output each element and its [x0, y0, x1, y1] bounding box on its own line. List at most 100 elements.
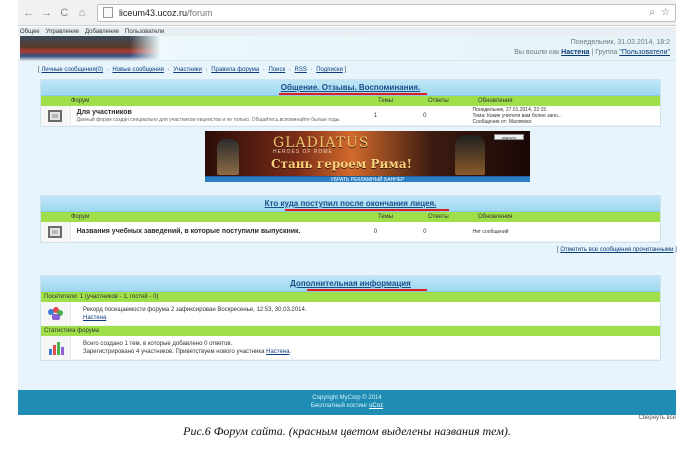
warrior-figure-left: [217, 139, 239, 175]
nav-members[interactable]: Участники: [173, 67, 202, 73]
group-link[interactable]: "Пользователи": [619, 49, 670, 56]
header-topics: Темы: [378, 214, 394, 220]
header-user-panel: Понедельник, 31.03.2014, 18:2 Вы вошли к…: [450, 38, 670, 58]
ad-banner[interactable]: GLADIATUS HEROES OF ROME Стань героем Ри…: [205, 131, 530, 183]
stats-icon-cell: [41, 335, 71, 360]
back-icon[interactable]: ←: [22, 6, 36, 20]
stats-line-2: Зарегистрировано 4 участников. Приветств…: [83, 348, 291, 356]
people-icon: [47, 306, 64, 321]
forum-section-universities: Кто куда поступил после окончания лицея.…: [40, 195, 661, 243]
forum-row-main: Названия учебных заведений, в которые по…: [71, 228, 374, 235]
header-date: Понедельник, 31.03.2014, 18:2: [570, 39, 670, 46]
topmenu-item-add[interactable]: Добавление: [85, 29, 119, 35]
home-icon[interactable]: ⌂: [75, 6, 89, 20]
forum-replies-count: 0: [423, 112, 427, 119]
figure-caption: Рис.6 Форум сайта. (красным цветом выдел…: [183, 424, 511, 438]
forum-table-header: Форум Темы Ответы Обновления: [41, 212, 660, 222]
star-icon[interactable]: ☆: [661, 7, 670, 18]
address-bar[interactable]: liceum43.ucoz.ru /forum ⌕ ☆: [96, 3, 676, 22]
mark-all-read: [ Отметить все сообщения прочитанными ]: [557, 247, 677, 253]
forum-icon: [48, 109, 63, 122]
forum-description: Данный форум создан специально для участ…: [76, 116, 341, 123]
login-status: Вы вошли как Настена | Группа "Пользоват…: [450, 48, 670, 58]
stats-icon: [48, 341, 64, 355]
nav-sep: ·: [288, 67, 291, 73]
mark-read-bracket-open: [: [557, 247, 559, 253]
nav-private-messages[interactable]: Личные сообщения(0): [41, 67, 103, 73]
forum-updates: Нет сообщений: [472, 228, 509, 235]
new-member-link[interactable]: Настена: [266, 349, 289, 355]
header-replies: Ответы: [428, 214, 449, 220]
header-username-link[interactable]: Настена: [561, 49, 589, 56]
forum-row: Для участников Данный форум создан специ…: [41, 105, 660, 126]
ad-close-button[interactable]: закрыть: [494, 134, 524, 140]
reload-icon[interactable]: C: [57, 6, 71, 20]
forum-row-icon-cell: [41, 105, 71, 126]
forum-row-icon-cell: [41, 221, 71, 242]
stats-line-2-suffix: .: [289, 348, 292, 355]
navlinks-bracket-open: [: [38, 67, 40, 73]
record-user-link[interactable]: Настена: [83, 315, 106, 321]
address-actions: ⌕ ☆: [649, 7, 675, 18]
forward-icon[interactable]: →: [40, 6, 54, 20]
collapse-all[interactable]: Свернуть все: [639, 415, 676, 421]
nav-search[interactable]: Поиск: [269, 67, 286, 73]
header-updates: Обновления: [478, 98, 513, 104]
group-label: Группа: [595, 49, 618, 56]
page-icon: [102, 7, 113, 18]
nav-rss[interactable]: RSS: [295, 67, 307, 73]
ad-subtitle: HEROES OF ROME: [273, 149, 333, 155]
nav-new-messages[interactable]: Новые сообщения: [112, 67, 163, 73]
nav-sep: ·: [310, 67, 313, 73]
forum-replies-count: 0: [423, 228, 427, 235]
red-highlight-underline: [307, 289, 427, 291]
stats-line-1: Всего создано 1 тем, в которые добавлено…: [83, 340, 233, 347]
site-header: Понедельник, 31.03.2014, 18:2 Вы вошли к…: [18, 36, 676, 61]
topmenu-item-management[interactable]: Управление: [46, 29, 79, 35]
red-highlight-underline: [279, 93, 427, 95]
nav-rules[interactable]: Правила форума: [211, 67, 259, 73]
mark-read-bracket-close: ]: [675, 247, 677, 253]
browser-toolbar: ← → C ⌂ liceum43.ucoz.ru /forum ⌕ ☆: [18, 0, 676, 26]
forum-row-main: Для участников Данный форум создан специ…: [71, 109, 374, 123]
record-line: Рекорд посещаемости форума 2 зафиксирова…: [83, 306, 307, 313]
forum-topics-count: 0: [373, 228, 378, 235]
header-separator: |: [591, 49, 594, 56]
red-highlight-underline: [285, 209, 449, 211]
url-host: liceum43.ucoz.ru: [118, 7, 187, 18]
header-replies: Ответы: [428, 98, 449, 104]
stats-line-2-prefix: Зарегистрировано 4 участников. Приветств…: [83, 348, 265, 355]
footer-hosting-text: Бесплатный хостинг: [310, 403, 368, 409]
url-path: /forum: [186, 7, 213, 18]
section-title-link[interactable]: Общение. Отзывы. Воспоминания.: [281, 83, 421, 92]
search-icon[interactable]: ⌕: [649, 7, 655, 18]
stats-row: Всего создано 1 тем, в которые добавлено…: [41, 335, 660, 360]
logged-in-label: Вы вошли как: [514, 49, 560, 56]
navlinks-bracket-close: ]: [344, 67, 347, 73]
info-title: Дополнительная информация: [290, 279, 411, 288]
site-topmenu: Общее Управление Добавление Пользователи: [18, 27, 676, 36]
forum-table-header: Форум Темы Ответы Обновления: [41, 96, 660, 106]
forum-updates: Понедельник, 27.01.2014, 22:15 Тема: Как…: [472, 107, 660, 125]
forum-row: Названия учебных заведений, в которые по…: [41, 221, 660, 242]
forum-updates-author[interactable]: Сообщение от: Маляевск: [472, 119, 660, 125]
visitors-bar: Посетители: 1 (участников - 1, гостей - …: [41, 292, 660, 302]
forum-info-panel: Дополнительная информация Посетители: 1 …: [40, 275, 661, 361]
header-forum: Форум: [71, 214, 90, 220]
topmenu-item-general[interactable]: Общее: [20, 29, 40, 35]
header-topics: Темы: [378, 98, 394, 104]
forum-title-link[interactable]: Названия учебных заведений, в которые по…: [77, 228, 374, 235]
footer-ucoz-link[interactable]: uCoz: [369, 403, 383, 409]
mark-all-read-link[interactable]: Отметить все сообщения прочитанными: [560, 247, 673, 253]
section-title-link[interactable]: Кто куда поступил после окончания лицея.: [265, 199, 437, 208]
remove-banner-link[interactable]: УБРАТЬ РЕКЛАМНЫЙ БАННЕР: [205, 176, 530, 183]
record-row: Рекорд посещаемости форума 2 зафиксирова…: [41, 301, 660, 326]
ad-banner-image[interactable]: GLADIATUS HEROES OF ROME Стань героем Ри…: [205, 131, 530, 176]
forum-icon: [48, 225, 63, 238]
topmenu-item-users[interactable]: Пользователи: [125, 29, 164, 35]
nav-sep: ·: [205, 67, 208, 73]
footer-hosting: Бесплатный хостинг uCoz: [18, 402, 676, 410]
forum-title-link[interactable]: Для участников: [77, 109, 374, 116]
warrior-figure-right: [455, 135, 485, 175]
nav-subscriptions[interactable]: Подписки: [316, 67, 343, 73]
